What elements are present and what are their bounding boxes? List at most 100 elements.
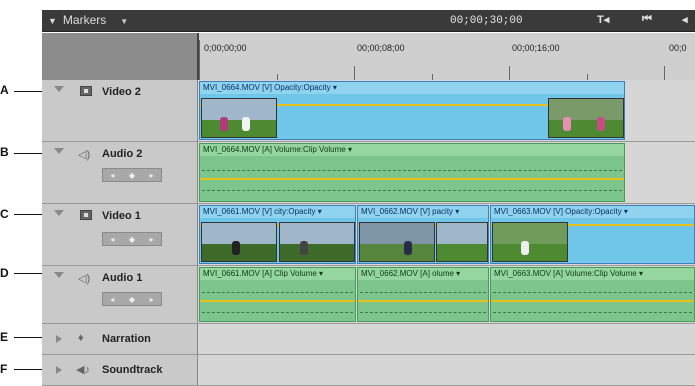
speaker-icon: ◁) bbox=[78, 273, 91, 285]
callout-line-a bbox=[14, 91, 44, 92]
collapse-triangle-icon[interactable] bbox=[54, 148, 64, 154]
next-keyframe-button[interactable]: ▸ bbox=[150, 295, 154, 304]
video-clip[interactable]: MVI_0664.MOV [V] Opacity:Opacity ▾ bbox=[199, 81, 625, 140]
track-name: Audio 1 bbox=[102, 272, 143, 284]
waveform bbox=[202, 312, 353, 313]
add-keyframe-button[interactable]: ◆ bbox=[129, 295, 135, 304]
track-lane-video-2[interactable]: MVI_0664.MOV [V] Opacity:Opacity ▾ bbox=[197, 80, 695, 142]
clip-thumbnail bbox=[359, 222, 435, 262]
track-lane-soundtrack[interactable] bbox=[197, 355, 695, 386]
ruler-label: 00;00;08;00 bbox=[357, 43, 405, 53]
audio-clip[interactable]: MVI_0663.MOV [A] Volume:Clip Volume ▾ bbox=[490, 267, 695, 322]
track-header-video-2[interactable]: Video 2 bbox=[42, 80, 197, 142]
prev-keyframe-button[interactable]: ◂ bbox=[110, 171, 114, 180]
track-header-audio-1[interactable]: ◁) Audio 1 ◂ ◆ ▸ bbox=[42, 266, 197, 324]
waveform bbox=[202, 190, 622, 191]
track-lane-video-1[interactable]: MVI_0661.MOV [V] city:Opacity ▾ MVI_0662… bbox=[197, 204, 695, 266]
speaker-icon: ◁) bbox=[78, 149, 91, 161]
clip-label: MVI_0662.MOV [A] olume ▾ bbox=[361, 269, 461, 278]
ruler-header-spacer bbox=[42, 33, 197, 80]
track-header-video-1[interactable]: Video 1 ◂ ◆ ▸ bbox=[42, 204, 197, 266]
track-name: Video 1 bbox=[102, 210, 141, 222]
audio-clip[interactable]: MVI_0664.MOV [A] Volume:Clip Volume ▾ bbox=[199, 143, 625, 202]
video-track-icon bbox=[80, 210, 92, 220]
time-ruler[interactable]: 0;00;00;00 00;00;08;00 00;00;16;00 00;0 bbox=[197, 33, 695, 80]
waveform bbox=[360, 312, 486, 313]
ruler-tick bbox=[199, 40, 200, 80]
add-keyframe-button[interactable]: ◆ bbox=[129, 235, 135, 244]
callout-a: A bbox=[0, 83, 9, 97]
keyframe-controls[interactable]: ◂ ◆ ▸ bbox=[102, 292, 162, 306]
callout-b: B bbox=[0, 145, 9, 159]
clip-thumbnail bbox=[492, 222, 568, 262]
ruler-tick bbox=[664, 66, 665, 80]
track-header-narration[interactable]: ♦ Narration bbox=[42, 324, 197, 355]
next-keyframe-button[interactable]: ▸ bbox=[150, 171, 154, 180]
chevron-down-icon: ▼ bbox=[120, 17, 129, 26]
track-header-audio-2[interactable]: ◁) Audio 2 ◂ ◆ ▸ bbox=[42, 142, 197, 204]
waveform bbox=[360, 292, 486, 293]
callout-e: E bbox=[0, 330, 9, 344]
collapse-triangle-icon[interactable] bbox=[54, 210, 64, 216]
clip-label: MVI_0662.MOV [V] pacity ▾ bbox=[361, 207, 460, 216]
ruler-label: 00;0 bbox=[669, 43, 687, 53]
track-header-soundtrack[interactable]: ◀♪ Soundtrack bbox=[42, 355, 197, 386]
ruler-tick bbox=[509, 66, 510, 80]
collapse-triangle-icon[interactable] bbox=[54, 86, 64, 92]
keyframe-controls[interactable]: ◂ ◆ ▸ bbox=[102, 168, 162, 182]
goto-start-button[interactable]: ⏮ bbox=[642, 13, 652, 26]
clip-thumbnail bbox=[436, 222, 488, 262]
track-lane-audio-1[interactable]: MVI_0661.MOV [A] Clip Volume ▾ MVI_0662.… bbox=[197, 266, 695, 324]
track-lane-audio-2[interactable]: MVI_0664.MOV [A] Volume:Clip Volume ▾ bbox=[197, 142, 695, 204]
clip-label: MVI_0661.MOV [A] Clip Volume ▾ bbox=[203, 269, 324, 278]
waveform bbox=[493, 292, 692, 293]
audio-clip[interactable]: MVI_0662.MOV [A] olume ▾ bbox=[357, 267, 489, 322]
clip-label: MVI_0661.MOV [V] city:Opacity ▾ bbox=[203, 207, 322, 216]
goto-in-button[interactable]: T◂ bbox=[597, 13, 609, 26]
clip-thumbnail bbox=[548, 98, 624, 138]
markers-menu[interactable]: ▼ Markers ▼ bbox=[48, 13, 128, 27]
video-clip[interactable]: MVI_0661.MOV [V] city:Opacity ▾ bbox=[199, 205, 356, 264]
expand-triangle-icon[interactable] bbox=[56, 335, 62, 343]
clip-label: MVI_0664.MOV [A] Volume:Clip Volume ▾ bbox=[203, 145, 352, 154]
triangle-down-icon: ▼ bbox=[48, 16, 57, 26]
markers-bar: ▼ Markers ▼ 00;00;30;00 T◂ ⏮ ◂ bbox=[42, 10, 695, 32]
callout-d: D bbox=[0, 266, 9, 280]
music-note-icon: ◀♪ bbox=[76, 364, 90, 376]
clip-thumbnail bbox=[201, 98, 277, 138]
video-clip[interactable]: MVI_0662.MOV [V] pacity ▾ bbox=[357, 205, 489, 264]
ruler-label: 00;00;16;00 bbox=[512, 43, 560, 53]
microphone-icon: ♦ bbox=[78, 332, 84, 344]
collapse-triangle-icon[interactable] bbox=[54, 272, 64, 278]
volume-line[interactable] bbox=[200, 300, 355, 302]
prev-keyframe-button[interactable]: ◂ bbox=[110, 235, 114, 244]
track-name: Audio 2 bbox=[102, 148, 143, 160]
callout-line-e bbox=[14, 337, 44, 338]
callout-c: C bbox=[0, 207, 9, 221]
callout-f: F bbox=[0, 362, 8, 376]
clip-thumbnail bbox=[201, 222, 277, 262]
volume-line[interactable] bbox=[200, 178, 624, 180]
clip-thumbnail bbox=[279, 222, 355, 262]
clip-label: MVI_0664.MOV [V] Opacity:Opacity ▾ bbox=[203, 83, 337, 92]
waveform bbox=[202, 170, 622, 171]
audio-clip[interactable]: MVI_0661.MOV [A] Clip Volume ▾ bbox=[199, 267, 356, 322]
timeline-figure: A B C D E F ▼ Markers ▼ 00;00;30;00 T◂ ⏮ ◂… bbox=[0, 0, 695, 386]
ruler-tick bbox=[354, 66, 355, 80]
volume-line[interactable] bbox=[358, 300, 488, 302]
track-name: Narration bbox=[102, 333, 151, 345]
markers-label: Markers bbox=[62, 13, 107, 27]
track-name: Soundtrack bbox=[102, 364, 163, 376]
video-clip[interactable]: MVI_0663.MOV [V] Opacity:Opacity ▾ bbox=[490, 205, 695, 264]
current-timecode: 00;00;30;00 bbox=[450, 15, 523, 27]
track-lane-narration[interactable] bbox=[197, 324, 695, 355]
keyframe-controls[interactable]: ◂ ◆ ▸ bbox=[102, 232, 162, 246]
prev-keyframe-button[interactable]: ◂ bbox=[110, 295, 114, 304]
add-keyframe-button[interactable]: ◆ bbox=[129, 171, 135, 180]
volume-line[interactable] bbox=[491, 300, 694, 302]
expand-triangle-icon[interactable] bbox=[56, 366, 62, 374]
step-back-button[interactable]: ◂ bbox=[682, 13, 688, 26]
video-track-icon bbox=[80, 86, 92, 96]
waveform bbox=[493, 312, 692, 313]
next-keyframe-button[interactable]: ▸ bbox=[150, 235, 154, 244]
